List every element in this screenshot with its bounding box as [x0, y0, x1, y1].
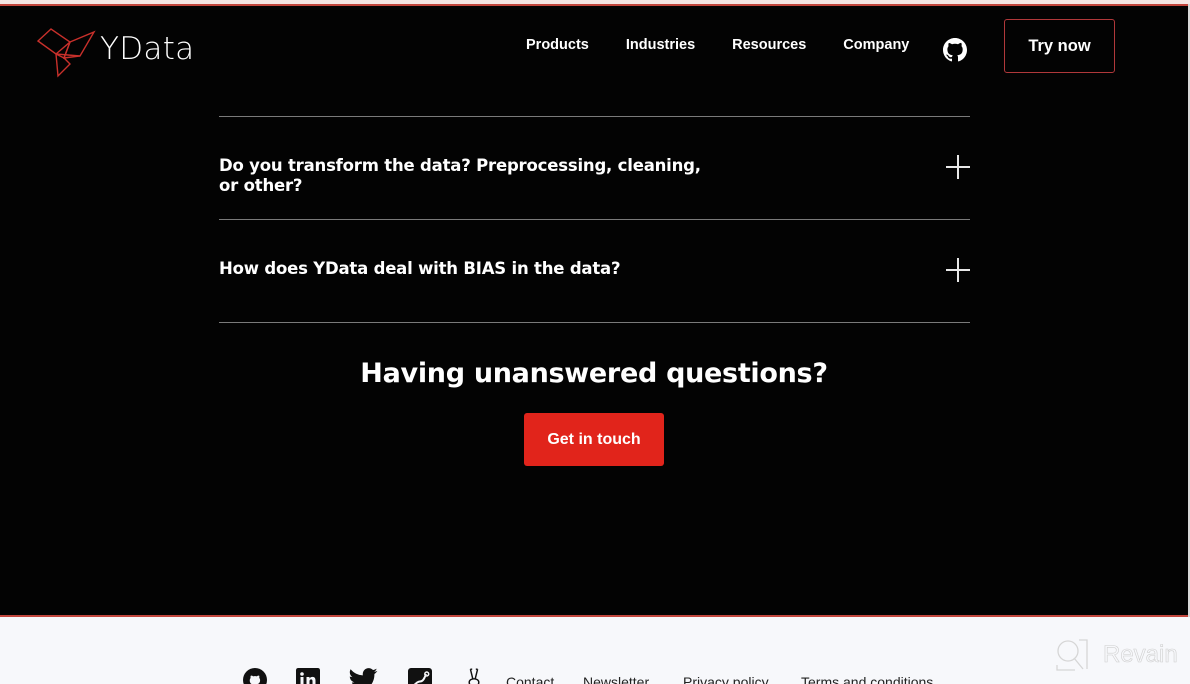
cta-title: Having unanswered questions?: [360, 358, 828, 389]
plus-icon[interactable]: [946, 258, 970, 282]
faq-divider: [219, 219, 970, 220]
nav-products[interactable]: Products: [526, 37, 589, 53]
revain-label: Revain: [1103, 641, 1178, 669]
plus-icon[interactable]: [946, 155, 970, 179]
rabbit-icon[interactable]: [462, 668, 486, 684]
footer-link-contact[interactable]: Contact: [506, 674, 554, 684]
twitter-icon[interactable]: [346, 668, 380, 684]
revain-logo-icon: [1056, 639, 1088, 671]
footer-link-privacy-policy[interactable]: Privacy policy: [683, 674, 769, 684]
get-in-touch-button[interactable]: Get in touch: [524, 413, 664, 466]
footer-link-terms[interactable]: Terms and conditions: [801, 674, 933, 684]
nav-industries[interactable]: Industries: [626, 37, 695, 53]
faq-divider: [219, 116, 970, 117]
logo[interactable]: YData: [34, 20, 194, 78]
brand-name: YData: [100, 31, 195, 67]
medium-icon[interactable]: [403, 668, 437, 684]
faq-question[interactable]: How does YData deal with BIAS in the dat…: [219, 259, 719, 279]
try-now-button[interactable]: Try now: [1004, 19, 1115, 73]
nav-resources[interactable]: Resources: [732, 37, 806, 53]
github-icon[interactable]: [943, 38, 967, 62]
nav-company[interactable]: Company: [843, 37, 909, 53]
github-icon[interactable]: [239, 668, 271, 684]
main-nav: Products Industries Resources Company: [526, 37, 946, 53]
site-header: YData Products Industries Resources Comp…: [0, 6, 1188, 84]
page-body: YData Products Industries Resources Comp…: [0, 4, 1188, 617]
linkedin-icon[interactable]: [293, 668, 323, 684]
ydata-logo-icon: [36, 28, 96, 78]
revain-watermark: Revain: [1055, 637, 1178, 673]
faq-divider: [219, 322, 970, 323]
faq-question[interactable]: Do you transform the data? Preprocessing…: [219, 156, 719, 196]
footer-link-newsletter[interactable]: Newsletter: [583, 674, 649, 684]
